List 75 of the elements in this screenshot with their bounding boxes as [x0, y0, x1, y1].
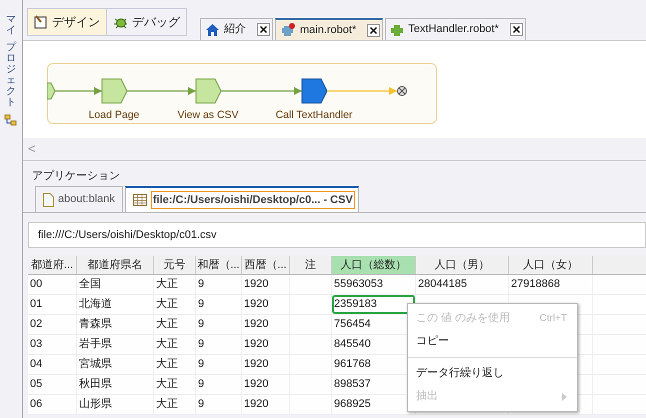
- step-label: Call TextHandler: [276, 109, 352, 121]
- table-cell: 宮城県: [77, 355, 154, 374]
- app-tab[interactable]: file:/C:/Users/oishi/Desktop/c0... - CSV: [124, 186, 359, 212]
- step-label: View as CSV: [177, 109, 239, 121]
- flow-connector: [327, 87, 397, 95]
- robot-icon: [391, 22, 404, 36]
- column-header[interactable]: 和暦（...: [196, 256, 242, 274]
- robot-icon: [281, 23, 295, 37]
- table-cell: 9: [196, 295, 242, 314]
- table-cell: 9: [196, 335, 242, 354]
- table-cell: 秋田県: [77, 375, 154, 394]
- table-cell: 02: [28, 315, 77, 334]
- side-panel-title[interactable]: マイ: [6, 14, 16, 36]
- table-cell: 28044185: [416, 275, 509, 294]
- design-button[interactable]: デザイン: [28, 9, 106, 35]
- page-icon: [43, 192, 54, 206]
- table-cell: 1920: [242, 275, 290, 294]
- table-cell: 1920: [242, 335, 290, 354]
- table-cell: 青森県: [77, 315, 154, 334]
- table-cell: 大正: [154, 315, 196, 334]
- table-cell: 北海道: [77, 295, 154, 314]
- table-cell: 1920: [242, 355, 290, 374]
- table-cell: 大正: [154, 395, 196, 414]
- table-cell: 9: [196, 275, 242, 294]
- table-cell: 06: [28, 395, 77, 414]
- table-cell: 03: [28, 335, 77, 354]
- pencil-icon: [34, 15, 48, 29]
- editor-tab[interactable]: main.robot*: [275, 18, 384, 40]
- table-cell: 9: [196, 395, 242, 414]
- selected-cell[interactable]: 2359183: [332, 295, 416, 314]
- table-cell: 山形県: [77, 395, 154, 414]
- editor-tab[interactable]: TextHandler.robot*: [385, 18, 526, 40]
- step-node[interactable]: [196, 78, 222, 104]
- table-cell: 55963053: [332, 275, 416, 294]
- table-cell: 9: [196, 315, 242, 334]
- url-field[interactable]: file:///C:/Users/oishi/Desktop/c01.csv: [28, 222, 646, 248]
- table-cell: 岩手県: [77, 335, 154, 354]
- section-title: アプリケーション: [32, 170, 120, 182]
- column-header[interactable]: 都道府...: [28, 256, 77, 274]
- table-cell: 大正: [154, 295, 196, 314]
- close-icon[interactable]: [257, 23, 270, 36]
- table-cell: 大正: [154, 335, 196, 354]
- shortcut-label: Ctrl+T: [540, 312, 567, 326]
- step-label: Load Page: [88, 109, 140, 121]
- column-header[interactable]: 人口（総数）: [332, 256, 416, 274]
- table-cell: 04: [28, 355, 77, 374]
- table-icon: [132, 194, 147, 206]
- editor-tab[interactable]: 紹介: [200, 18, 273, 40]
- step-node[interactable]: [102, 78, 128, 104]
- table-cell: 1920: [242, 295, 290, 314]
- table-cell: 1920: [242, 315, 290, 334]
- table-cell: 1920: [242, 375, 290, 394]
- project-tree-icon[interactable]: [4, 114, 18, 126]
- close-icon[interactable]: [510, 23, 523, 36]
- table-cell: 大正: [154, 355, 196, 374]
- submenu-arrow-icon: [562, 392, 567, 400]
- start-node: [47, 82, 56, 100]
- table-cell: 全国: [77, 275, 154, 294]
- table-cell: 05: [28, 375, 77, 394]
- app-tab[interactable]: about:blank: [35, 186, 123, 212]
- table-cell: 9: [196, 375, 242, 394]
- table-cell: 大正: [154, 275, 196, 294]
- table-cell: 大正: [154, 375, 196, 394]
- home-icon: [206, 24, 219, 36]
- call-step-node[interactable]: [302, 78, 328, 104]
- side-panel-title[interactable]: プロジェクト: [6, 42, 16, 108]
- table-cell: 9: [196, 355, 242, 374]
- flow-connector: [55, 87, 102, 95]
- table-cell: 01: [28, 295, 77, 314]
- table-cell: 00: [28, 275, 77, 294]
- table-cell: 1920: [242, 395, 290, 414]
- close-icon[interactable]: [367, 24, 380, 36]
- flow-connector: [127, 87, 196, 95]
- column-header[interactable]: 西暦（...: [242, 256, 290, 274]
- table-cell: 27918868: [509, 275, 593, 294]
